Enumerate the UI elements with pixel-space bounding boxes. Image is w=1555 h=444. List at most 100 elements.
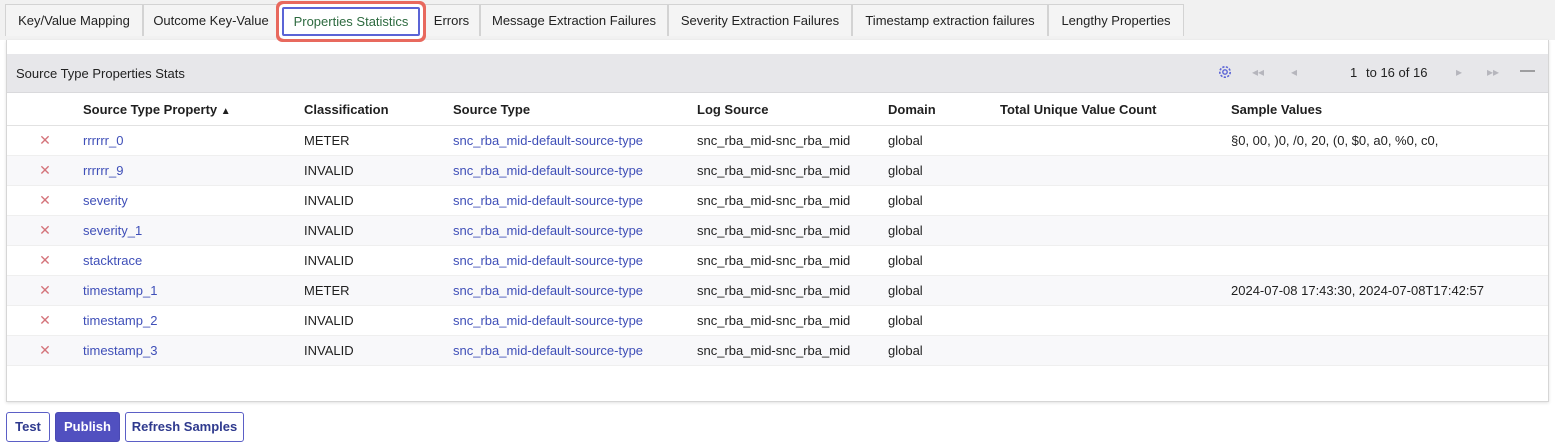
close-icon[interactable]: ✕ bbox=[7, 185, 83, 216]
domain-cell: global bbox=[888, 275, 1000, 306]
table-row: ✕ severity_1 INVALID snc_rba_mid-default… bbox=[7, 215, 1548, 246]
classification-cell: INVALID bbox=[304, 335, 453, 366]
properties-table: Source Type Property ▲ Classification So… bbox=[7, 93, 1548, 366]
property-link[interactable]: timestamp_3 bbox=[83, 335, 304, 366]
minus-icon[interactable]: — bbox=[1520, 62, 1535, 79]
domain-cell: global bbox=[888, 155, 1000, 186]
column-header-total-unique-value-count[interactable]: Total Unique Value Count bbox=[1000, 93, 1231, 126]
tab-key-value-mapping[interactable]: Key/Value Mapping bbox=[5, 4, 143, 36]
sample-values-cell bbox=[1231, 215, 1548, 246]
close-icon[interactable]: ✕ bbox=[7, 335, 83, 366]
log-source-cell: snc_rba_mid-snc_rba_mid bbox=[697, 215, 888, 246]
column-header-source-type[interactable]: Source Type bbox=[453, 93, 697, 126]
source-type-link[interactable]: snc_rba_mid-default-source-type bbox=[453, 125, 697, 156]
property-link[interactable]: severity bbox=[83, 185, 304, 216]
tab-outcome-key-value[interactable]: Outcome Key-Value bbox=[143, 4, 279, 36]
source-type-link[interactable]: snc_rba_mid-default-source-type bbox=[453, 245, 697, 276]
classification-cell: INVALID bbox=[304, 185, 453, 216]
panel-title: Source Type Properties Stats bbox=[16, 66, 185, 81]
tab-severity-extraction-failures[interactable]: Severity Extraction Failures bbox=[668, 4, 852, 36]
close-icon[interactable]: ✕ bbox=[7, 305, 83, 336]
tab-lengthy-properties[interactable]: Lengthy Properties bbox=[1048, 4, 1184, 36]
unique-count-cell bbox=[1000, 185, 1231, 216]
classification-cell: METER bbox=[304, 125, 453, 156]
source-type-link[interactable]: snc_rba_mid-default-source-type bbox=[453, 305, 697, 336]
column-header-actions bbox=[7, 93, 83, 126]
source-type-link[interactable]: snc_rba_mid-default-source-type bbox=[453, 215, 697, 246]
refresh-samples-button[interactable]: Refresh Samples bbox=[125, 412, 244, 442]
column-header-log-source[interactable]: Log Source bbox=[697, 93, 888, 126]
unique-count-cell bbox=[1000, 335, 1231, 366]
close-icon[interactable]: ✕ bbox=[7, 215, 83, 246]
column-header-sample-values[interactable]: Sample Values bbox=[1231, 93, 1548, 126]
table-row: ✕ rrrrrr_0 METER snc_rba_mid-default-sou… bbox=[7, 125, 1548, 156]
tab-properties-statistics[interactable]: Properties Statistics bbox=[282, 7, 420, 36]
classification-cell: METER bbox=[304, 275, 453, 306]
log-source-cell: snc_rba_mid-snc_rba_mid bbox=[697, 245, 888, 276]
tab-errors[interactable]: Errors bbox=[423, 4, 480, 36]
unique-count-cell bbox=[1000, 215, 1231, 246]
sample-values-cell bbox=[1231, 185, 1548, 216]
sample-values-cell bbox=[1231, 305, 1548, 336]
property-link[interactable]: rrrrrr_9 bbox=[83, 155, 304, 186]
domain-cell: global bbox=[888, 305, 1000, 336]
log-source-cell: snc_rba_mid-snc_rba_mid bbox=[697, 185, 888, 216]
gear-icon[interactable] bbox=[1217, 64, 1233, 80]
domain-cell: global bbox=[888, 245, 1000, 276]
property-link[interactable]: stacktrace bbox=[83, 245, 304, 276]
table-row: ✕ timestamp_3 INVALID snc_rba_mid-defaul… bbox=[7, 335, 1548, 366]
log-source-cell: snc_rba_mid-snc_rba_mid bbox=[697, 335, 888, 366]
chevron-right-icon[interactable]: ▸ bbox=[1456, 65, 1462, 79]
test-button[interactable]: Test bbox=[6, 412, 50, 442]
sample-values-cell bbox=[1231, 245, 1548, 276]
sort-ascending-icon: ▲ bbox=[220, 105, 231, 117]
column-header-domain[interactable]: Domain bbox=[888, 93, 1000, 126]
page-start[interactable]: 1 bbox=[1350, 65, 1357, 80]
domain-cell: global bbox=[888, 185, 1000, 216]
log-source-cell: snc_rba_mid-snc_rba_mid bbox=[697, 275, 888, 306]
close-icon[interactable]: ✕ bbox=[7, 155, 83, 186]
property-link[interactable]: rrrrrr_0 bbox=[83, 125, 304, 156]
page-range-label: to 16 of 16 bbox=[1366, 65, 1428, 80]
source-type-link[interactable]: snc_rba_mid-default-source-type bbox=[453, 275, 697, 306]
sample-values-cell bbox=[1231, 335, 1548, 366]
double-chevron-left-icon[interactable]: ◂◂ bbox=[1252, 65, 1264, 79]
properties-stats-panel: Source Type Properties Stats ◂◂ ◂ 1 to 1… bbox=[6, 40, 1549, 402]
pagination-controls: ◂◂ ◂ 1 to 16 of 16 ▸ ▸▸ — bbox=[1208, 54, 1548, 92]
unique-count-cell bbox=[1000, 305, 1231, 336]
chevron-left-icon[interactable]: ◂ bbox=[1291, 65, 1297, 79]
source-type-link[interactable]: snc_rba_mid-default-source-type bbox=[453, 155, 697, 186]
classification-cell: INVALID bbox=[304, 305, 453, 336]
sample-values-cell bbox=[1231, 155, 1548, 186]
close-icon[interactable]: ✕ bbox=[7, 245, 83, 276]
table-row: ✕ timestamp_1 METER snc_rba_mid-default-… bbox=[7, 275, 1548, 306]
source-type-link[interactable]: snc_rba_mid-default-source-type bbox=[453, 185, 697, 216]
close-icon[interactable]: ✕ bbox=[7, 125, 83, 156]
close-icon[interactable]: ✕ bbox=[7, 275, 83, 306]
sample-values-cell: 2024-07-08 17:43:30, 2024-07-08T17:42:57 bbox=[1231, 275, 1548, 306]
tab-message-extraction-failures[interactable]: Message Extraction Failures bbox=[480, 4, 668, 36]
double-chevron-right-icon[interactable]: ▸▸ bbox=[1487, 65, 1499, 79]
sample-values-cell: §0, 00, )0, /0, 20, (0, $0, a0, %0, c0, bbox=[1231, 125, 1548, 156]
classification-cell: INVALID bbox=[304, 245, 453, 276]
classification-cell: INVALID bbox=[304, 215, 453, 246]
unique-count-cell bbox=[1000, 275, 1231, 306]
unique-count-cell bbox=[1000, 125, 1231, 156]
tab-bar: Key/Value Mapping Outcome Key-Value Prop… bbox=[0, 0, 1555, 40]
tab-timestamp-extraction-failures[interactable]: Timestamp extraction failures bbox=[852, 4, 1048, 36]
domain-cell: global bbox=[888, 215, 1000, 246]
source-type-link[interactable]: snc_rba_mid-default-source-type bbox=[453, 335, 697, 366]
column-header-classification[interactable]: Classification bbox=[304, 93, 453, 126]
domain-cell: global bbox=[888, 335, 1000, 366]
column-header-source-type-property[interactable]: Source Type Property ▲ bbox=[83, 93, 304, 126]
unique-count-cell bbox=[1000, 155, 1231, 186]
property-link[interactable]: timestamp_1 bbox=[83, 275, 304, 306]
table-row: ✕ rrrrrr_9 INVALID snc_rba_mid-default-s… bbox=[7, 155, 1548, 186]
publish-button[interactable]: Publish bbox=[55, 412, 120, 442]
log-source-cell: snc_rba_mid-snc_rba_mid bbox=[697, 155, 888, 186]
panel-header: Source Type Properties Stats ◂◂ ◂ 1 to 1… bbox=[7, 54, 1548, 93]
property-link[interactable]: timestamp_2 bbox=[83, 305, 304, 336]
unique-count-cell bbox=[1000, 245, 1231, 276]
domain-cell: global bbox=[888, 125, 1000, 156]
property-link[interactable]: severity_1 bbox=[83, 215, 304, 246]
